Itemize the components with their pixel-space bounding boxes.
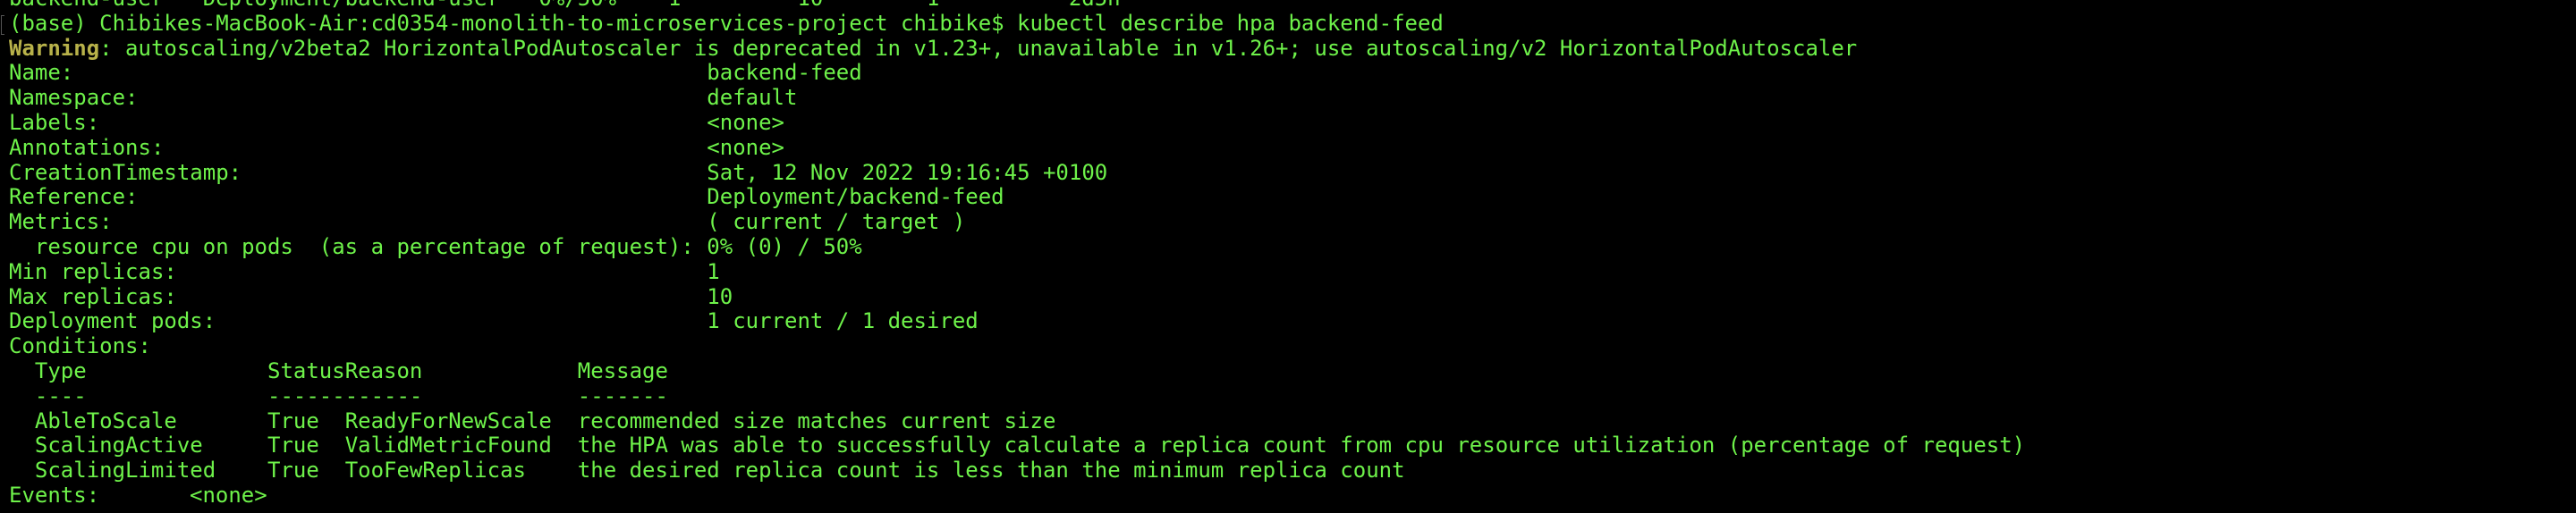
field-value: 1 current / 1 desired <box>707 308 979 334</box>
field-value: <none> <box>707 109 784 135</box>
warning-line: Warning: autoscaling/v2beta2 HorizontalP… <box>9 35 2576 62</box>
condition-cell: ScalingActive <box>34 433 203 458</box>
condition-cell: ReadyForNewScale <box>344 408 552 433</box>
condition-row: ScalingActive True ValidMetricFound the HPA… <box>9 433 2576 458</box>
condition-cell: TooFewReplicas <box>344 458 526 484</box>
field-value: ( current / target ) <box>707 209 966 235</box>
field-row: resource cpu on pods (as a percentage of… <box>9 233 2576 260</box>
field-row: Namespace: default <box>9 85 2576 111</box>
field-label: Namespace: <box>9 85 139 111</box>
condition-cell: AbleToScale <box>34 408 177 433</box>
warning-label: Warning <box>9 35 100 61</box>
condition-cell: True <box>267 408 319 433</box>
field-label: Name: <box>9 60 74 86</box>
field-value: Deployment/backend-feed <box>707 184 1004 210</box>
condition-cell: Type <box>34 357 87 383</box>
condition-cell: ------ <box>267 383 345 408</box>
field-value: backend-feed <box>707 60 862 86</box>
field-row: Max replicas: 10 <box>9 283 2576 310</box>
field-row: Name: backend-feed <box>9 60 2576 86</box>
conditions-header: Type Status Reason Message <box>9 357 2576 384</box>
condition-row: ScalingLimited True TooFewReplicas the desi… <box>9 458 2576 484</box>
condition-cell: True <box>267 433 319 458</box>
field-value: Sat, 12 Nov 2022 19:16:45 +0100 <box>707 159 1108 185</box>
field-value: 10 <box>707 283 733 309</box>
events-line: Events: <none> <box>9 482 2576 509</box>
field-label: Deployment pods: <box>9 308 216 334</box>
field-label: Labels: <box>9 109 100 135</box>
events-value: <none> <box>190 482 267 508</box>
condition-cell: the desired replica count is less than t… <box>577 458 1405 484</box>
field-label: Max replicas: <box>9 283 177 309</box>
condition-cell: ------ <box>344 383 423 408</box>
condition-row: AbleToScale True ReadyForNewScale recommend… <box>9 408 2576 434</box>
conditions-label: Conditions: <box>9 333 151 359</box>
field-label: CreationTimestamp: <box>9 159 242 185</box>
condition-cell: ValidMetricFound <box>344 433 552 458</box>
field-value: 1 <box>707 258 720 284</box>
condition-cell: the HPA was able to successfully calcula… <box>577 433 2026 458</box>
condition-cell: recommended size matches current size <box>577 408 1056 433</box>
shell-prompt: (base) Chibikes-MacBook-Air:cd0354-monol… <box>9 10 1018 36</box>
field-label: Reference: <box>9 184 139 210</box>
warning-text: : autoscaling/v2beta2 HorizontalPodAutos… <box>99 35 1858 61</box>
field-label: resource cpu on pods (as a percentage of… <box>9 233 694 259</box>
field-value: <none> <box>707 134 784 160</box>
field-row: Reference: Deployment/backend-feed <box>9 184 2576 210</box>
mark-icon <box>1 14 4 35</box>
field-label: Metrics: <box>9 209 113 235</box>
field-row: Deployment pods: 1 current / 1 desired <box>9 308 2576 334</box>
field-row: Annotations: <none> <box>9 134 2576 161</box>
condition-cell: ------- <box>577 383 668 408</box>
conditions-divider: ---- ------ ------ ------- <box>9 383 2576 409</box>
field-value: default <box>707 85 798 111</box>
field-value: 0% (0) / 50% <box>707 233 862 259</box>
terminal[interactable]: backend-user Deployment/backend-user 0%/… <box>1 0 2576 509</box>
condition-cell: Message <box>577 357 668 383</box>
command-text: kubectl describe hpa backend-feed <box>1017 10 1444 36</box>
field-row: Min replicas: 1 <box>9 258 2576 285</box>
condition-cell: ---- <box>34 383 87 408</box>
field-label: Min replicas: <box>9 258 177 284</box>
condition-cell: ScalingLimited <box>34 458 216 484</box>
condition-cell: Status <box>267 357 345 383</box>
prompt-line: (base) Chibikes-MacBook-Air:cd0354-monol… <box>1 10 2576 37</box>
events-label: Events: <box>9 482 100 508</box>
field-row: CreationTimestamp: Sat, 12 Nov 2022 19:16… <box>9 159 2576 186</box>
field-row: Metrics: ( current / target ) <box>9 209 2576 235</box>
condition-cell: Reason <box>344 357 423 383</box>
field-row: Labels: <none> <box>9 109 2576 136</box>
condition-cell: True <box>267 458 319 484</box>
field-label: Annotations: <box>9 134 165 160</box>
